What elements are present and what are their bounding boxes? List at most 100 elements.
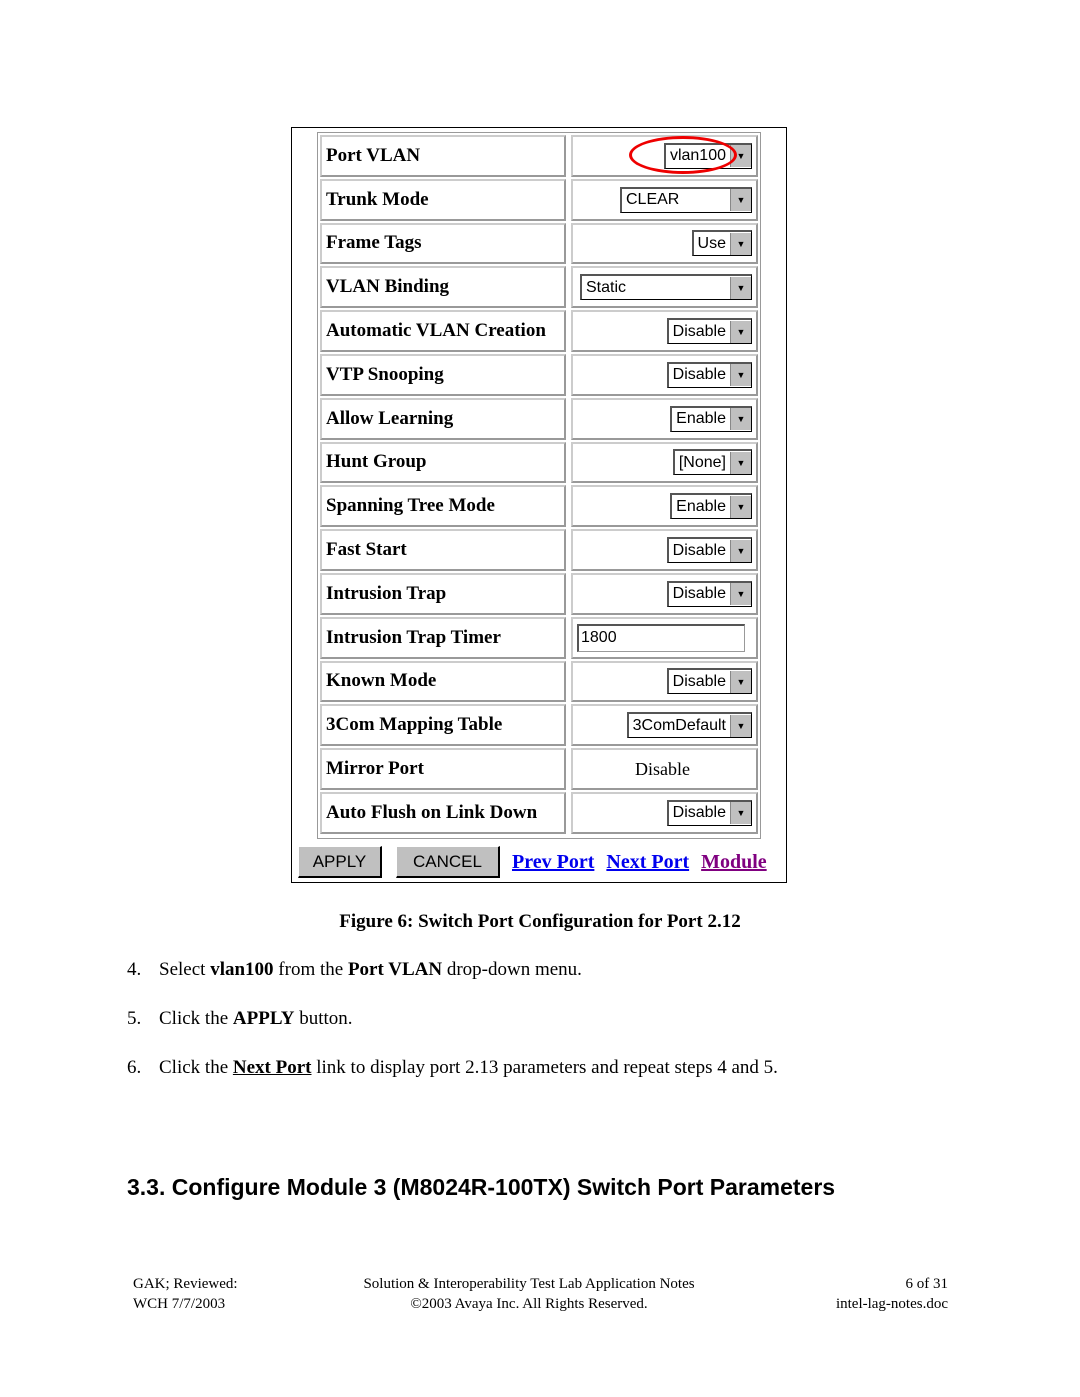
dropdown-value: Enable bbox=[676, 497, 726, 515]
setting-row: Auto Flush on Link Down Disable ▼ bbox=[320, 791, 758, 834]
setting-dropdown[interactable]: 3ComDefault ▼ bbox=[626, 712, 752, 739]
setting-row: VTP Snooping Disable ▼ bbox=[320, 353, 758, 396]
setting-label: Spanning Tree Mode bbox=[320, 485, 566, 528]
dropdown-value: Enable bbox=[676, 410, 726, 428]
page-number: 6 of 31 bbox=[905, 1276, 949, 1292]
step-emphasis: vlan100 bbox=[210, 959, 274, 980]
port-settings-table: Port VLAN vlan100 ▼ Trunk Mode CLEAR ▼ Frame T… bbox=[317, 132, 761, 839]
prev-port-link[interactable]: Prev Port bbox=[512, 851, 594, 874]
setting-label: Frame Tags bbox=[320, 222, 566, 265]
cancel-button[interactable]: CANCEL bbox=[396, 846, 500, 878]
setting-row: VLAN Binding Static ▼ bbox=[320, 266, 758, 309]
setting-value-cell: Static ▼ bbox=[571, 266, 758, 309]
dropdown-value: Disable bbox=[672, 804, 726, 822]
step-emphasis: Port VLAN bbox=[347, 959, 443, 980]
setting-label: Trunk Mode bbox=[320, 178, 566, 221]
setting-dropdown[interactable]: Static ▼ bbox=[580, 274, 752, 301]
step-number: 6. bbox=[127, 1057, 142, 1078]
chevron-down-icon[interactable]: ▼ bbox=[730, 189, 751, 212]
dropdown-value: CLEAR bbox=[626, 191, 680, 209]
step-text: Select bbox=[159, 959, 211, 980]
instruction-step: 4. Select vlan100 from the Port VLAN drop… bbox=[127, 959, 582, 981]
setting-value-cell: Use ▼ bbox=[571, 222, 758, 265]
setting-row: Trunk Mode CLEAR ▼ bbox=[320, 178, 758, 221]
setting-value-cell: Disable ▼ bbox=[571, 353, 758, 396]
setting-dropdown[interactable]: CLEAR ▼ bbox=[620, 186, 752, 213]
file-name: intel-lag-notes.doc bbox=[835, 1296, 948, 1312]
dropdown-value: 3ComDefault bbox=[632, 716, 726, 734]
setting-dropdown[interactable]: Disable ▼ bbox=[666, 318, 752, 345]
chevron-down-icon[interactable]: ▼ bbox=[730, 451, 751, 474]
setting-value-cell: 1800 bbox=[571, 616, 758, 659]
setting-label: Fast Start bbox=[320, 529, 566, 571]
dropdown-value: Use bbox=[697, 234, 726, 252]
setting-value-cell: Enable ▼ bbox=[571, 397, 758, 440]
setting-row: 3Com Mapping Table 3ComDefault ▼ bbox=[320, 704, 758, 747]
chevron-down-icon[interactable]: ▼ bbox=[730, 408, 751, 431]
step-text: link to display port 2.13 parameters and… bbox=[311, 1057, 778, 1078]
setting-value-cell: Disable ▼ bbox=[571, 572, 758, 615]
switch-port-config-screenshot: Port VLAN vlan100 ▼ Trunk Mode CLEAR ▼ Frame T… bbox=[291, 127, 787, 883]
setting-value-cell: Disable bbox=[571, 748, 758, 790]
instruction-step: 6. Click the Next Port link to display po… bbox=[127, 1057, 778, 1079]
setting-value-cell: Disable ▼ bbox=[571, 791, 758, 834]
setting-dropdown[interactable]: Use ▼ bbox=[691, 230, 752, 257]
chevron-down-icon[interactable]: ▼ bbox=[730, 495, 751, 518]
setting-dropdown[interactable]: Enable ▼ bbox=[670, 405, 752, 432]
footer-right: 6 of 31 intel-lag-notes.doc bbox=[836, 1274, 948, 1314]
step-number: 5. bbox=[127, 1008, 142, 1029]
module-link[interactable]: Module bbox=[701, 851, 767, 874]
step-emphasis: APPLY bbox=[232, 1008, 295, 1029]
setting-row: Mirror Port Disable bbox=[320, 748, 758, 790]
setting-value-cell: Enable ▼ bbox=[571, 485, 758, 528]
dropdown-value: Disable bbox=[672, 585, 726, 603]
setting-dropdown[interactable]: Disable ▼ bbox=[666, 361, 752, 388]
dropdown-value: Disable bbox=[672, 366, 726, 384]
setting-row: Frame Tags Use ▼ bbox=[320, 222, 758, 265]
chevron-down-icon[interactable]: ▼ bbox=[730, 802, 751, 825]
chevron-down-icon[interactable]: ▼ bbox=[730, 714, 751, 737]
setting-row: Fast Start Disable ▼ bbox=[320, 529, 758, 571]
setting-label: Known Mode bbox=[320, 660, 566, 703]
dropdown-value: [None] bbox=[678, 453, 726, 471]
dropdown-value: Disable bbox=[672, 672, 726, 690]
setting-value-cell: 3ComDefault ▼ bbox=[571, 704, 758, 747]
setting-value-cell: CLEAR ▼ bbox=[571, 178, 758, 221]
setting-value-cell: [None] ▼ bbox=[571, 441, 758, 484]
chevron-down-icon[interactable]: ▼ bbox=[730, 364, 751, 387]
setting-row: Hunt Group [None] ▼ bbox=[320, 441, 758, 484]
step-text: button. bbox=[294, 1008, 353, 1029]
dropdown-value: Disable bbox=[672, 541, 726, 559]
chevron-down-icon[interactable]: ▼ bbox=[730, 232, 751, 255]
setting-label: Mirror Port bbox=[320, 748, 566, 790]
dropdown-value: Disable bbox=[672, 322, 726, 340]
chevron-down-icon[interactable]: ▼ bbox=[730, 539, 751, 562]
chevron-down-icon[interactable]: ▼ bbox=[730, 583, 751, 606]
highlight-circle bbox=[629, 136, 737, 174]
chevron-down-icon[interactable]: ▼ bbox=[730, 320, 751, 343]
setting-dropdown[interactable]: Enable ▼ bbox=[670, 493, 752, 520]
setting-row: Intrusion Trap Disable ▼ bbox=[320, 572, 758, 615]
setting-value-cell: Disable ▼ bbox=[571, 529, 758, 571]
action-bar: APPLY CANCEL Prev Port Next Port Module bbox=[298, 846, 767, 878]
setting-label: Intrusion Trap bbox=[320, 572, 566, 615]
step-text: Click the bbox=[159, 1008, 233, 1029]
setting-label: Auto Flush on Link Down bbox=[320, 791, 566, 834]
chevron-down-icon[interactable]: ▼ bbox=[730, 276, 751, 299]
setting-row: Intrusion Trap Timer 1800 bbox=[320, 616, 758, 659]
next-port-link[interactable]: Next Port bbox=[606, 851, 689, 874]
setting-label: Port VLAN bbox=[320, 135, 566, 177]
setting-row: Known Mode Disable ▼ bbox=[320, 660, 758, 703]
setting-value-cell: Disable ▼ bbox=[571, 310, 758, 352]
setting-dropdown[interactable]: [None] ▼ bbox=[672, 449, 752, 476]
apply-button[interactable]: APPLY bbox=[298, 846, 382, 878]
setting-label: Intrusion Trap Timer bbox=[320, 616, 566, 659]
setting-dropdown[interactable]: Disable ▼ bbox=[666, 799, 752, 826]
setting-label: Allow Learning bbox=[320, 397, 566, 440]
setting-dropdown[interactable]: Disable ▼ bbox=[666, 668, 752, 695]
chevron-down-icon[interactable]: ▼ bbox=[730, 670, 751, 693]
step-emphasis: Next Port bbox=[232, 1057, 312, 1078]
intrusion-trap-timer-input[interactable]: 1800 bbox=[577, 623, 745, 652]
setting-dropdown[interactable]: Disable ▼ bbox=[666, 580, 752, 607]
setting-dropdown[interactable]: Disable ▼ bbox=[666, 537, 752, 564]
